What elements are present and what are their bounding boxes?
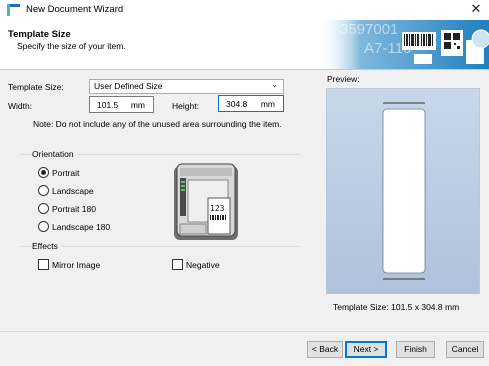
height-unit: mm	[260, 99, 275, 109]
template-size-label: Template Size:	[8, 82, 64, 92]
page-title: Template Size	[8, 29, 71, 40]
radio-landscape[interactable]	[38, 185, 49, 196]
size-note: Note: Do not include any of the unused a…	[33, 119, 282, 129]
radio-portrait-label[interactable]: Portrait	[52, 168, 79, 178]
banner-text-1: 3597001	[340, 21, 398, 38]
close-icon[interactable]: ✕	[469, 2, 483, 16]
next-button[interactable]: Next >	[345, 341, 387, 358]
chevron-down-icon: ⌄	[271, 80, 278, 89]
preview-pane	[326, 88, 480, 294]
radio-landscape-180[interactable]	[38, 221, 49, 232]
width-label: Width:	[8, 101, 33, 111]
template-size-select[interactable]: User Defined Size ⌄	[89, 79, 284, 94]
radio-portrait[interactable]	[38, 167, 49, 178]
width-field[interactable]: 101.5 mm	[89, 96, 154, 113]
back-button[interactable]: < Back	[307, 341, 343, 358]
height-label: Height:	[172, 101, 199, 111]
preview-label: Preview:	[327, 74, 360, 84]
radio-landscape-label[interactable]: Landscape	[52, 186, 94, 196]
width-unit: mm	[130, 100, 145, 110]
height-value: 304.8	[226, 99, 248, 109]
radio-portrait-180-label[interactable]: Portrait 180	[52, 204, 96, 214]
radio-portrait-180[interactable]	[38, 203, 49, 214]
negative-checkbox[interactable]	[172, 259, 183, 270]
height-field[interactable]: 304.8 mm	[218, 95, 284, 112]
window-title: New Document Wizard	[26, 4, 124, 15]
finish-button[interactable]: Finish	[396, 341, 435, 358]
width-value: 101.5	[97, 100, 119, 110]
app-icon	[7, 4, 20, 16]
printer-label-text: 123	[210, 204, 225, 213]
effects-group-label: Effects	[32, 241, 61, 251]
title-bar: New Document Wizard ✕	[0, 0, 489, 20]
wizard-header: Template Size Specify the size of your i…	[0, 20, 489, 70]
printer-orientation-illustration: 123	[174, 163, 238, 240]
label-preview	[382, 102, 426, 280]
new-document-wizard-window: New Document Wizard ✕ Template Size Spec…	[0, 0, 489, 366]
page-subtitle: Specify the size of your item.	[17, 41, 126, 51]
mirror-image-label[interactable]: Mirror Image	[52, 260, 100, 270]
cancel-button[interactable]: Cancel	[446, 341, 484, 358]
template-size-readout: Template Size: 101.5 x 304.8 mm	[333, 302, 460, 312]
barcode-icon	[402, 32, 436, 50]
preview-label-shape	[382, 108, 426, 274]
header-banner-graphic: 3597001 A7-116	[318, 20, 489, 69]
template-size-value: User Defined Size	[94, 81, 163, 91]
mirror-image-checkbox[interactable]	[38, 259, 49, 270]
radio-landscape-180-label[interactable]: Landscape 180	[52, 222, 110, 232]
footer-divider	[0, 331, 489, 332]
effects-divider	[20, 246, 300, 247]
qr-code-icon	[441, 30, 463, 56]
orientation-group-label: Orientation	[32, 149, 77, 159]
negative-label[interactable]: Negative	[186, 260, 220, 270]
